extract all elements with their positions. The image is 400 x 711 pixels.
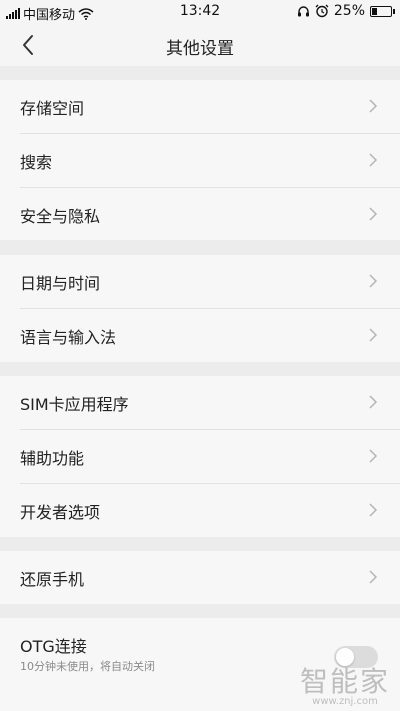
setting-reset-phone[interactable]: 还原手机 xyxy=(0,551,400,604)
setting-developer-options[interactable]: 开发者选项 xyxy=(0,484,400,537)
page-title: 其他设置 xyxy=(166,39,234,59)
setting-security-privacy[interactable]: 安全与隐私 xyxy=(0,188,400,241)
watermark-text: 智能家 xyxy=(299,665,390,698)
chevron-right-icon xyxy=(369,153,378,167)
battery-icon xyxy=(370,5,395,17)
status-bar: 中国移动 13:42 25% xyxy=(0,0,400,24)
setting-sim-apps[interactable]: SIM卡应用程序 xyxy=(0,376,400,429)
setting-language-input[interactable]: 语言与输入法 xyxy=(0,309,400,362)
title-bar: 其他设置 xyxy=(0,24,400,66)
chevron-right-icon xyxy=(369,274,378,288)
setting-label: 语言与输入法 xyxy=(20,328,117,347)
chevron-right-icon xyxy=(369,207,378,221)
settings-group-2: 日期与时间 语言与输入法 xyxy=(0,255,400,362)
settings-group-4: 还原手机 xyxy=(0,551,400,604)
chevron-right-icon xyxy=(369,328,378,342)
alarm-icon xyxy=(315,4,329,18)
setting-label: 搜索 xyxy=(20,153,53,172)
chevron-right-icon xyxy=(369,395,378,409)
setting-label: 安全与隐私 xyxy=(20,207,101,226)
setting-search[interactable]: 搜索 xyxy=(0,134,400,187)
setting-label: 存储空间 xyxy=(20,99,85,118)
chevron-right-icon xyxy=(369,503,378,517)
chevron-right-icon xyxy=(369,99,378,113)
otg-label: OTG连接 xyxy=(20,637,87,656)
watermark-logo: 智能家 www.znj.com xyxy=(300,660,390,707)
setting-label: 还原手机 xyxy=(20,570,85,589)
otg-subtitle: 10分钟未使用，将自动关闭 xyxy=(20,660,155,673)
setting-accessibility[interactable]: 辅助功能 xyxy=(0,430,400,483)
status-right: 25% xyxy=(297,3,395,19)
chevron-right-icon xyxy=(369,570,378,584)
setting-label: SIM卡应用程序 xyxy=(20,395,129,414)
settings-group-3: SIM卡应用程序 辅助功能 开发者选项 xyxy=(0,376,400,537)
setting-storage[interactable]: 存储空间 xyxy=(0,80,400,133)
chevron-right-icon xyxy=(369,449,378,463)
setting-label: 辅助功能 xyxy=(20,449,85,468)
settings-group-1: 存储空间 搜索 安全与隐私 xyxy=(0,80,400,240)
setting-date-time[interactable]: 日期与时间 xyxy=(0,255,400,308)
watermark-url: www.znj.com xyxy=(312,696,378,707)
headset-icon xyxy=(297,5,309,16)
setting-label: 日期与时间 xyxy=(20,274,101,293)
battery-percent: 25% xyxy=(333,3,365,19)
setting-label: 开发者选项 xyxy=(20,503,101,522)
